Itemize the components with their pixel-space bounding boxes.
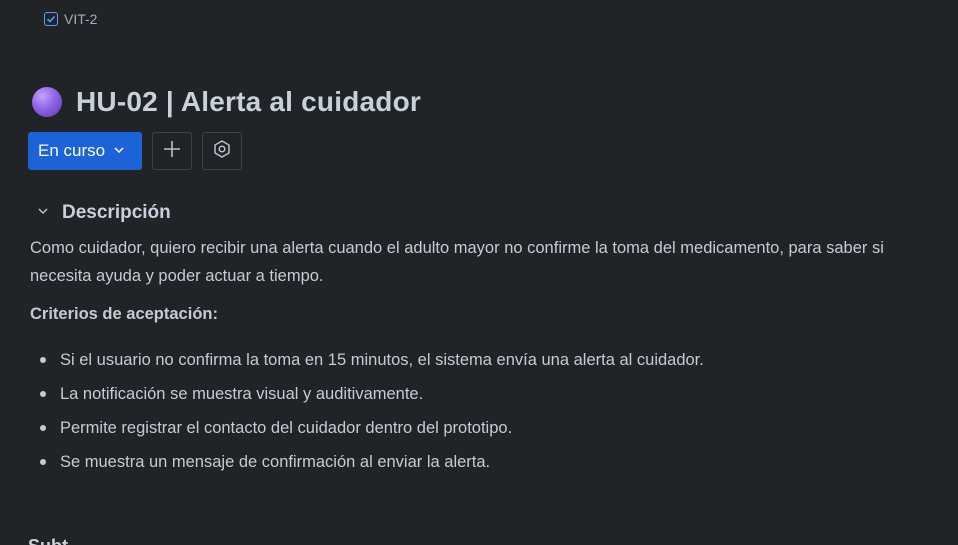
add-button[interactable] bbox=[152, 132, 192, 170]
status-button[interactable]: En curso bbox=[28, 132, 142, 170]
list-item: Si el usuario no confirma la toma en 15 … bbox=[30, 346, 704, 380]
description-heading: Descripción bbox=[62, 202, 171, 223]
eye-icon bbox=[212, 139, 232, 164]
issue-view: VIT-2 HU-02 | Alerta al cuidador En curs… bbox=[0, 0, 958, 545]
parent-issue-key: VIT-2 bbox=[64, 11, 98, 27]
subtasks-heading: Subt bbox=[28, 536, 68, 545]
parent-issue-link[interactable]: VIT-2 bbox=[44, 11, 97, 27]
issue-title[interactable]: HU-02 | Alerta al cuidador bbox=[76, 86, 421, 118]
list-item: Se muestra un mensaje de confirmación al… bbox=[30, 448, 704, 482]
story-icon bbox=[32, 87, 62, 117]
status-label: En curso bbox=[38, 141, 106, 160]
chevron-down-icon bbox=[36, 204, 50, 223]
chevron-down-icon bbox=[113, 141, 125, 161]
plus-icon bbox=[163, 140, 181, 163]
description-toggle[interactable]: Descripción bbox=[36, 202, 171, 224]
description-body[interactable]: Como cuidador, quiero recibir una alerta… bbox=[30, 234, 935, 290]
criteria-list: Si el usuario no confirma la toma en 15 … bbox=[30, 346, 704, 482]
criteria-heading: Criterios de aceptación: bbox=[30, 305, 218, 323]
checkbox-icon bbox=[44, 12, 58, 26]
watch-button[interactable] bbox=[202, 132, 242, 170]
list-item: Permite registrar el contacto del cuidad… bbox=[30, 414, 704, 448]
list-item: La notificación se muestra visual y audi… bbox=[30, 380, 704, 414]
issue-actions: En curso bbox=[28, 132, 242, 170]
title-row: HU-02 | Alerta al cuidador bbox=[32, 86, 421, 118]
